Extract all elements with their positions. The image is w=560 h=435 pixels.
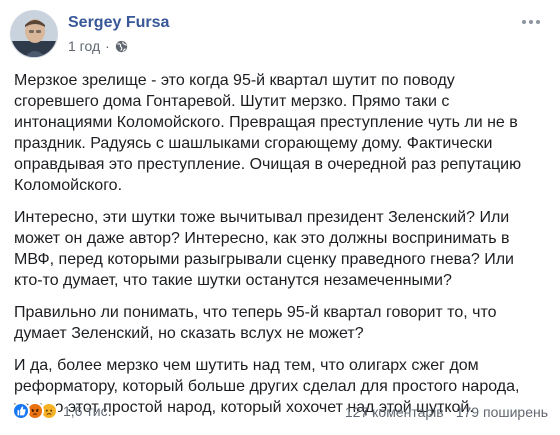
author-name[interactable]: Sergey Fursa xyxy=(68,14,169,32)
more-options-button[interactable] xyxy=(518,12,544,32)
like-icon xyxy=(12,402,30,420)
reaction-count[interactable]: 1,6 тис. xyxy=(63,403,111,419)
shares-count-link[interactable]: 179 поширень xyxy=(456,404,548,420)
post-timestamp[interactable]: 1 год xyxy=(68,38,100,54)
post-paragraph-1: Мерзкое зрелище - это когда 95-й квартал… xyxy=(14,72,522,194)
reactions-summary[interactable]: 1,6 тис. xyxy=(12,402,111,420)
meta-separator: · xyxy=(105,38,110,54)
post-text: Мерзкое зрелище - это когда 95-й квартал… xyxy=(14,70,544,429)
post-paragraph-3: Правильно ли понимать, что теперь 95-й к… xyxy=(14,304,497,342)
avatar-image xyxy=(11,11,57,57)
avatar[interactable] xyxy=(10,10,58,58)
post-header: Sergey Fursa 1 год · xyxy=(10,10,550,60)
globe-icon[interactable] xyxy=(115,40,128,53)
facebook-post: Sergey Fursa 1 год · Мерзкое зрелище - э… xyxy=(0,0,560,435)
post-footer: 1,6 тис. 127 коментарів 179 поширень xyxy=(12,402,552,424)
post-meta: 1 год · xyxy=(68,38,128,54)
post-paragraph-2: Интересно, эти шутки тоже вычитывал през… xyxy=(14,209,514,289)
comments-count-link[interactable]: 127 коментарів xyxy=(345,404,444,420)
post-stats: 127 коментарів 179 поширень xyxy=(345,404,548,420)
more-dots-icon xyxy=(522,20,526,24)
